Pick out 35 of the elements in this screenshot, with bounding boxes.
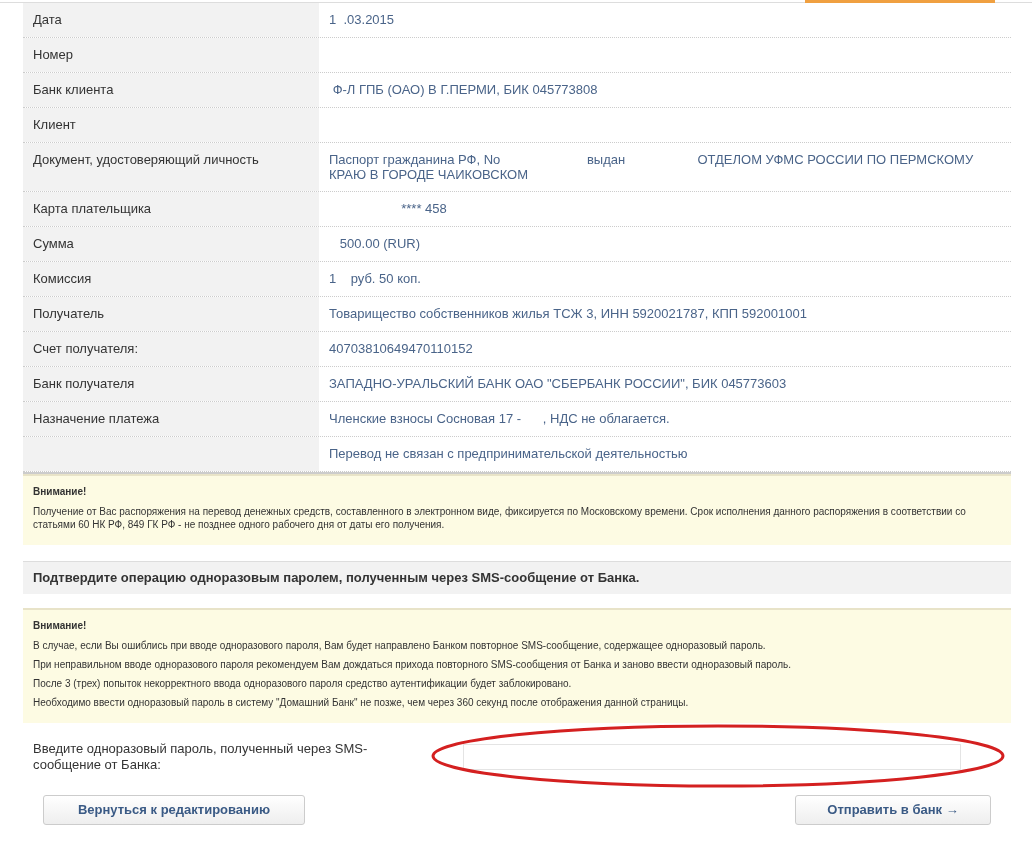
field-label: Банк клиента — [33, 82, 114, 97]
field-label: Сумма — [33, 236, 74, 251]
notice-text: В случае, если Вы ошиблись при вводе одноразового пароля, Вам будет направлено Банком повторное SMS-сообщение, содержащее одноразовый пароль. — [33, 638, 767, 652]
notice-title: Внимание! — [33, 485, 88, 499]
password-label: Введите одноразовый пароль, полученный через SMS-сообщение от Банка: — [32, 740, 369, 773]
field-value: ЗАПАДНО-УРАЛЬСКИЙ БАНК ОАО "СБЕРБАНК РОССИИ", БИК 045773603 — [329, 376, 788, 391]
back-button[interactable]: Вернуться к редактированию — [43, 794, 305, 825]
field-value: **** 458 — [400, 201, 448, 216]
notice-text: Получение от Вас распоряжения на перевод денежных средств, составленного в электронном виде, фиксируется по Московскому времени. Срок исполнения данного распоряжения в соответствии со статьями 60 НК РФ, 849 ГК РФ - не позднее одного рабочего дня от даты его получения. — [33, 505, 967, 531]
field-label: Клиент — [33, 117, 76, 132]
send-button[interactable]: Отправить в банк → — [795, 794, 991, 825]
field-label: Номер — [33, 47, 73, 62]
field-label: Комиссия — [33, 271, 92, 286]
field-value: 500.00 (RUR) — [338, 236, 422, 251]
field-label: Счет получателя: — [33, 341, 138, 356]
field-label: Банк получателя — [33, 376, 135, 391]
confirm-heading: Подтвердите операцию одноразовым паролем, полученным через SMS-сообщение от Банка. — [23, 561, 1011, 594]
field-value: Паспорт гражданина РФ, No выдан ОТДЕЛОМ УФМС РОССИИ ПО ПЕРМСКОМУ КРАЮ В ГОРОДЕ ЧАИКОВСКОМ — [329, 152, 975, 182]
notice-text: При неправильном вводе одноразового пароля рекомендуем Вам дождаться прихода повторного SMS-сообщения от Банка и заново ввести одноразовый пароль. — [33, 657, 792, 671]
field-label: Получатель — [33, 306, 105, 321]
notice-title: Внимание! — [33, 618, 88, 633]
notice-text: Необходимо ввести одноразовый пароль в систему "Домашний Банк" не позже, чем через 360 секунд после отображения данной страницы. — [33, 695, 690, 709]
notice-text: После 3 (трех) попыток некорректного ввода одноразового пароля средство аутентификации будет заблокировано. — [33, 676, 573, 690]
field-value: 40703810649470110152 — [329, 341, 474, 356]
field-label: Документ, удостоверяющий личность — [33, 152, 259, 167]
field-label: Назначение платежа — [33, 411, 160, 426]
field-value: 1 .03.2015 — [329, 12, 396, 27]
field-value: 1 руб. 50 коп. — [329, 271, 422, 286]
field-value: Ф-Л ГПБ (ОАО) В Г.ПЕРМИ, БИК 045773808 — [331, 82, 599, 97]
field-label: Карта плательщика — [33, 201, 152, 216]
field-value: Членские взносы Сосновая 17 - , НДС не облагается. — [329, 411, 671, 426]
password-field[interactable] — [463, 743, 961, 770]
field-value: Товарищество собственников жилья ТСЖ 3, ИНН 5920021787, КПП 592001001 — [329, 306, 808, 321]
field-value: Перевод не связан с предпринимательской деятельностью — [329, 446, 689, 461]
field-label: Дата — [33, 12, 62, 27]
